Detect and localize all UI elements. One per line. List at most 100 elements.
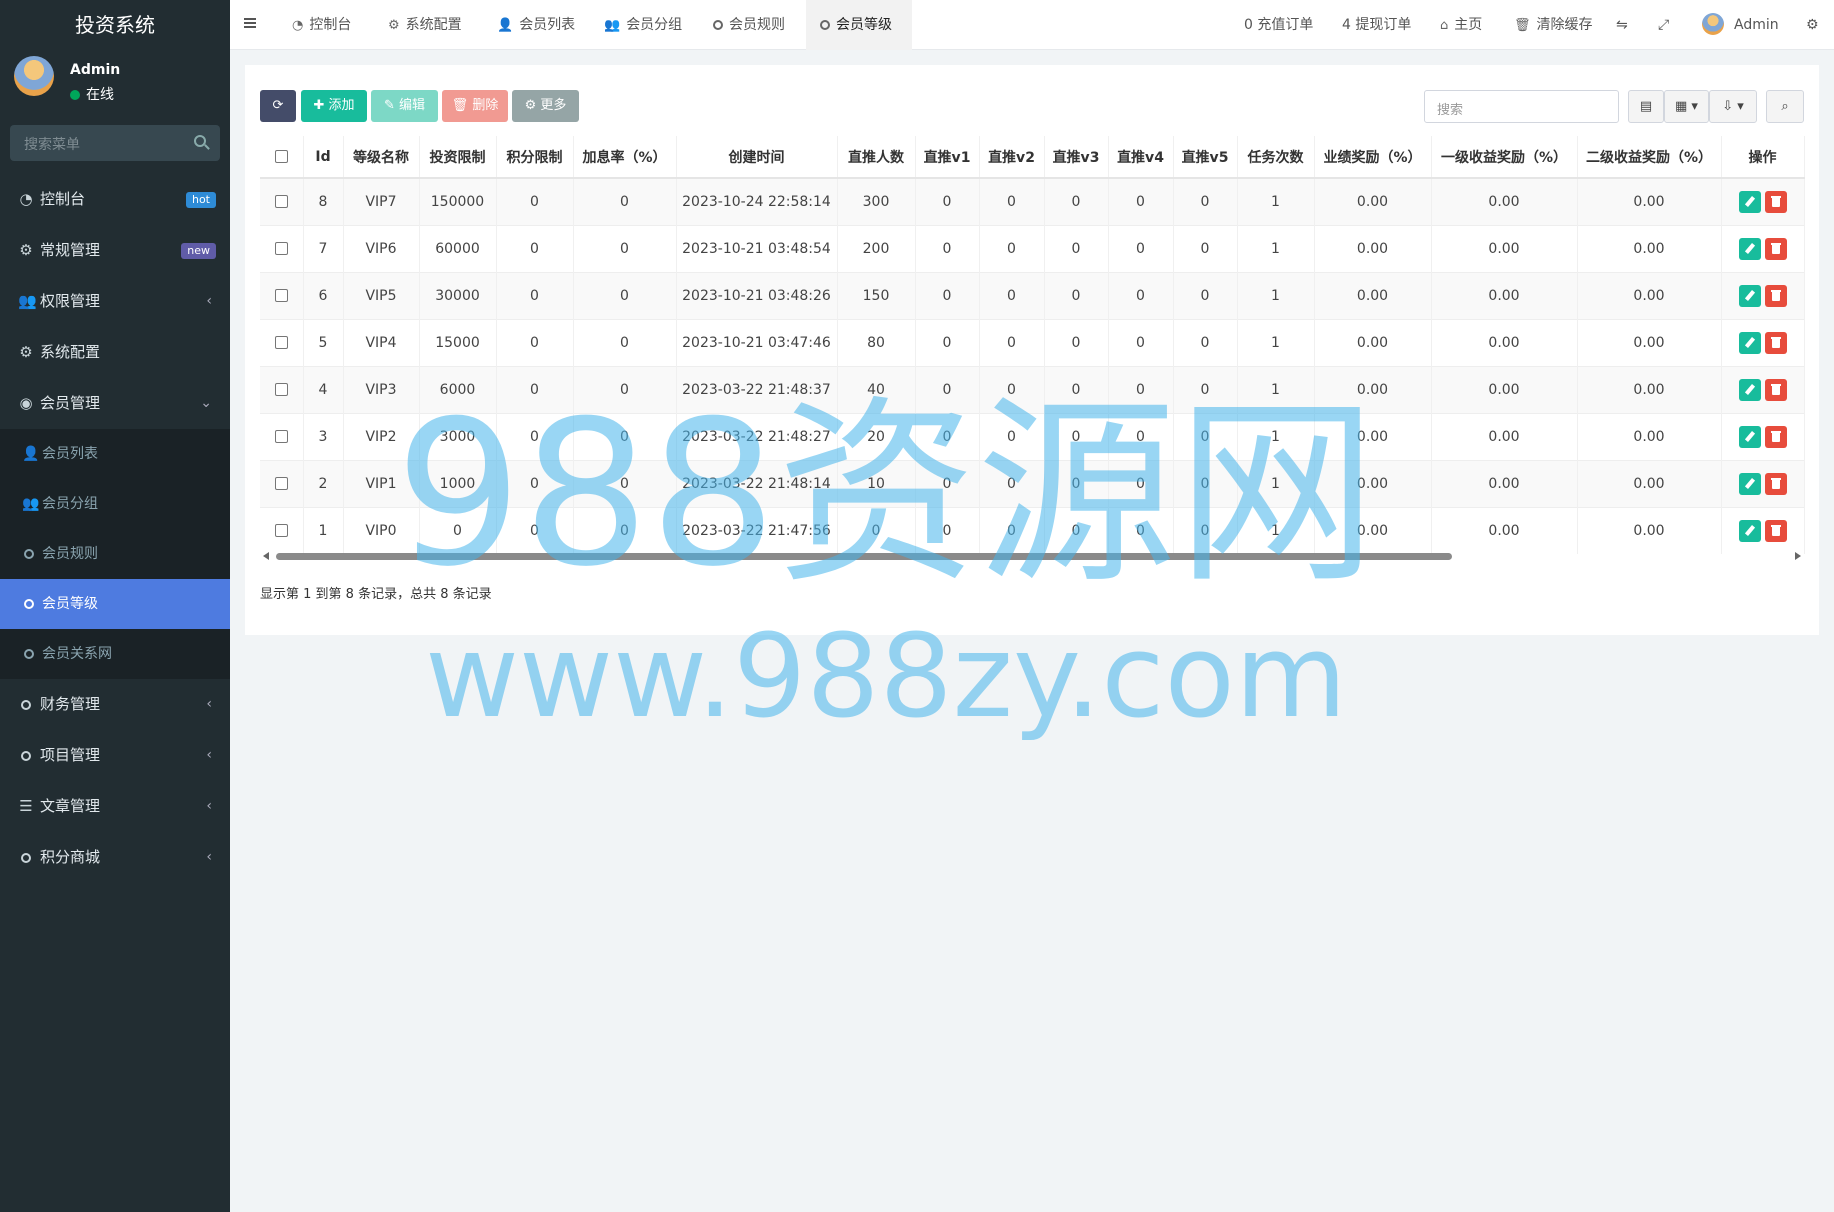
admin-menu[interactable]: Admin — [1702, 0, 1779, 50]
row-delete-button[interactable] — [1764, 331, 1787, 354]
row-checkbox[interactable] — [274, 336, 288, 349]
row-checkbox[interactable] — [274, 477, 288, 490]
row-delete-button[interactable] — [1764, 190, 1787, 213]
toggle-view-button[interactable]: ▤ — [1628, 90, 1664, 123]
table-row[interactable]: 6 VIP5 30000 0 0 2023-10-21 03:48:26 150 0 0 0 0 0 1… — [260, 271, 1805, 319]
col-header[interactable]: 二级收益奖励（%） — [1577, 136, 1722, 179]
advanced-search-button[interactable]: ⌕ — [1766, 90, 1804, 123]
sidebar-item-projects[interactable]: 项目管理 ‹ — [0, 730, 230, 781]
sidebar-item-member-list[interactable]: 👤 会员列表 — [0, 429, 230, 479]
table-row[interactable]: 8 VIP7 150000 0 0 2023-10-24 22:58:14 300 0 0 0 0 0… — [260, 177, 1805, 225]
table-row[interactable]: 7 VIP6 60000 0 0 2023-10-21 03:48:54 200 0 0 0 0 0 1… — [260, 224, 1805, 272]
col-header[interactable]: 加息率（%） — [573, 136, 677, 179]
sidebar-item-members[interactable]: ◉ 会员管理 ⌄ — [0, 378, 230, 429]
sidebar-item-member-level[interactable]: 会员等级 — [0, 579, 230, 629]
row-checkbox[interactable] — [274, 524, 288, 538]
table-row[interactable]: 1 VIP0 0 0 0 2023-03-22 21:47:56 0 0 0 0 0 0 1 0.00 0.… — [260, 506, 1805, 554]
row-edit-button[interactable] — [1738, 190, 1761, 213]
row-edit-button[interactable] — [1738, 237, 1761, 260]
row-edit-button[interactable] — [1738, 284, 1761, 307]
col-header[interactable]: 积分限制 — [496, 136, 574, 179]
export-button[interactable]: ⇩ ▾ — [1709, 90, 1757, 123]
row-select-cell — [260, 318, 304, 366]
tab-member-list[interactable]: 👤 会员列表 — [497, 0, 575, 50]
row-edit-button[interactable] — [1738, 425, 1761, 448]
row-delete-button[interactable] — [1764, 425, 1787, 448]
sidebar-item-general[interactable]: ⚙ 常规管理 new — [0, 225, 230, 276]
select-all-checkbox[interactable] — [274, 150, 288, 163]
fullscreen-icon[interactable]: ⤢ — [1658, 0, 1669, 50]
row-edit-button[interactable] — [1738, 519, 1761, 542]
col-header[interactable]: 一级收益奖励（%） — [1431, 136, 1578, 179]
row-delete-button[interactable] — [1764, 472, 1787, 495]
col-header[interactable]: 直推v5 — [1173, 136, 1238, 179]
clear-cache-button[interactable]: 🗑 清除缓存 — [1514, 0, 1593, 50]
table-row[interactable]: 4 VIP3 6000 0 0 2023-03-22 21:48:37 40 0 0 0 0 0 1 0.… — [260, 365, 1805, 413]
row-edit-button[interactable] — [1738, 331, 1761, 354]
sidebar-item-points-mall[interactable]: 积分商城 ‹ — [0, 832, 230, 883]
table-cell: 0.00 — [1577, 224, 1722, 272]
hamburger-menu-icon[interactable] — [244, 18, 256, 28]
brand-title[interactable]: 投资系统 — [0, 0, 230, 50]
tab-member-rules[interactable]: 会员规则 — [713, 0, 785, 50]
sidebar-item-member-network[interactable]: 会员关系网 — [0, 629, 230, 679]
scroll-right-icon[interactable] — [1795, 552, 1801, 560]
col-header[interactable]: 直推人数 — [837, 136, 916, 179]
edit-button[interactable]: ✎ 编辑 — [371, 90, 438, 122]
delete-button[interactable]: 🗑 删除 — [442, 90, 508, 122]
sidebar-item-dashboard[interactable]: ◔ 控制台 hot — [0, 174, 230, 225]
col-header[interactable]: 直推v3 — [1044, 136, 1109, 179]
sidebar-search-input[interactable]: 搜索菜单 — [10, 125, 220, 161]
col-header[interactable]: 业绩奖励（%） — [1314, 136, 1432, 179]
translate-icon[interactable]: ⇋ — [1616, 0, 1628, 50]
settings-cogs-icon[interactable]: ⚙ — [1806, 0, 1819, 50]
delete-label: 删除 — [472, 98, 499, 113]
row-delete-button[interactable] — [1764, 237, 1787, 260]
sidebar-item-member-rules[interactable]: 会员规则 — [0, 529, 230, 579]
table-cell: 0 — [1173, 365, 1238, 413]
table-search-input[interactable]: 搜索 — [1424, 90, 1619, 123]
sidebar-item-articles[interactable]: ☰ 文章管理 ‹ — [0, 781, 230, 832]
recharge-orders-link[interactable]: 0 充值订单 — [1244, 0, 1313, 50]
col-header[interactable]: 创建时间 — [676, 136, 838, 179]
withdraw-orders-link[interactable]: 4 提现订单 — [1342, 0, 1411, 50]
row-checkbox[interactable] — [274, 383, 288, 396]
col-header[interactable]: Id — [303, 136, 344, 179]
home-link[interactable]: ⌂ 主页 — [1440, 0, 1482, 50]
row-edit-button[interactable] — [1738, 472, 1761, 495]
table-row[interactable]: 5 VIP4 15000 0 0 2023-10-21 03:47:46 80 0 0 0 0 0 1 0… — [260, 318, 1805, 366]
col-header[interactable]: 直推v2 — [979, 136, 1045, 179]
row-checkbox[interactable] — [274, 289, 288, 302]
columns-button[interactable]: ▦ ▾ — [1664, 90, 1709, 123]
col-header[interactable]: 等级名称 — [343, 136, 420, 179]
table-row[interactable]: 3 VIP2 3000 0 0 2023-03-22 21:48:27 20 0 0 0 0 0 1 0.… — [260, 412, 1805, 460]
col-header[interactable]: 直推v4 — [1108, 136, 1174, 179]
col-header[interactable]: 直推v1 — [915, 136, 980, 179]
tab-system-config[interactable]: ⚙ 系统配置 — [388, 0, 462, 50]
users-icon: 👥 — [604, 18, 621, 33]
add-button[interactable]: ✚ 添加 — [301, 90, 367, 122]
row-delete-button[interactable] — [1764, 519, 1787, 542]
col-header[interactable]: 投资限制 — [419, 136, 497, 179]
row-edit-button[interactable] — [1738, 378, 1761, 401]
sidebar-item-permissions[interactable]: 👥 权限管理 ‹ — [0, 276, 230, 327]
row-delete-button[interactable] — [1764, 378, 1787, 401]
tab-dashboard[interactable]: ◔ 控制台 — [292, 0, 351, 50]
row-checkbox[interactable] — [274, 195, 288, 209]
sidebar-item-system-config[interactable]: ⚙ 系统配置 — [0, 327, 230, 378]
sidebar-item-member-group[interactable]: 👥 会员分组 — [0, 479, 230, 529]
sidebar-item-finance[interactable]: 财务管理 ‹ — [0, 679, 230, 730]
table-row[interactable]: 2 VIP1 1000 0 0 2023-03-22 21:48:14 10 0 0 0 0 0 1 0.… — [260, 459, 1805, 507]
more-button[interactable]: ⚙ 更多 — [512, 90, 579, 122]
tab-member-group[interactable]: 👥 会员分组 — [604, 0, 682, 50]
horizontal-scrollbar[interactable] — [260, 550, 1804, 562]
scrollbar-thumb[interactable] — [276, 553, 1452, 560]
scroll-left-icon[interactable] — [263, 552, 269, 560]
row-checkbox[interactable] — [274, 430, 288, 443]
col-header[interactable]: 任务次数 — [1237, 136, 1315, 179]
refresh-button[interactable]: ⟳ — [260, 90, 296, 122]
row-delete-button[interactable] — [1764, 284, 1787, 307]
row-checkbox[interactable] — [274, 242, 288, 255]
tab-member-level[interactable]: 会员等级 — [806, 0, 912, 50]
search-icon[interactable] — [194, 135, 206, 147]
